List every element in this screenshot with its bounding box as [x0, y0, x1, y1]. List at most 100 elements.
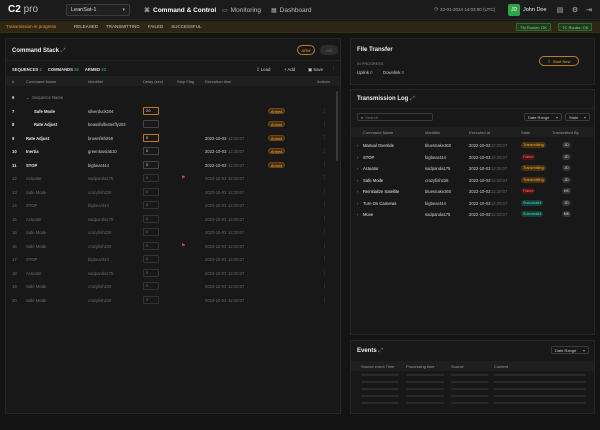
user-menu[interactable]: JD John Doe — [508, 4, 547, 16]
load-button[interactable]: ⇩ Load — [256, 67, 270, 73]
log-row[interactable]: › STOP bigbear444 2022-10-03 12:20:07 Failed J… — [351, 152, 594, 163]
flag-icon[interactable]: ⚑ — [181, 243, 185, 249]
row-actions-icon[interactable]: ⋮ — [322, 108, 327, 114]
start-new-button[interactable]: ⇪ Start New — [539, 56, 579, 66]
log-row[interactable]: › Move sadpanda175 2022-10-03 12:20:07 Succes… — [351, 209, 594, 220]
row-actions-icon[interactable]: ⋮ — [322, 189, 327, 195]
row-actions-icon[interactable]: ⋮ — [322, 283, 327, 289]
loading-skeleton — [361, 395, 399, 397]
table-row[interactable]: 19 Safe Mode crazyfish228 0 2022-10-03 12:20:… — [6, 280, 340, 293]
command-name: STOP — [26, 257, 38, 262]
delay-input[interactable]: 0 — [143, 214, 159, 223]
delay-input[interactable]: 0 — [143, 268, 159, 277]
logout-icon[interactable]: ⇥ — [584, 5, 594, 15]
satellite-select[interactable]: LeanSat-1 ▾ — [66, 4, 130, 16]
events-date-range-select[interactable]: Date Range ▾ — [551, 346, 589, 354]
log-row[interactable]: › Safe Mode crazyfish228 2022-10-03 12:20:07… — [351, 175, 594, 186]
row-actions-icon[interactable]: ⋮ — [322, 270, 327, 276]
delay-input[interactable]: 0 — [143, 282, 159, 290]
go-button[interactable]: GO — [320, 45, 338, 55]
row-actions-icon[interactable]: ⋮ — [322, 162, 327, 168]
command-identifier: beautifulbutterfly202 — [88, 122, 126, 127]
row-actions-icon[interactable]: ⋮ — [322, 148, 327, 154]
app-logo[interactable]: C2 pro — [8, 4, 60, 15]
delay-input[interactable]: 0 — [143, 241, 159, 250]
tab-sequences[interactable]: SEQUENCES 2 — [12, 67, 42, 72]
table-row[interactable]: 17 STOP bigbear444 0 2022-10-03 12:20:07 ⋮ — [6, 253, 340, 266]
chevron-right-icon[interactable]: › — [357, 166, 358, 171]
nav-monitoring[interactable]: ▭ Monitoring — [222, 4, 261, 16]
chevron-right-icon[interactable]: › — [357, 155, 358, 160]
delay-input[interactable]: 0 — [143, 295, 159, 304]
command-identifier: crazyfish228 — [88, 284, 112, 289]
row-number: 12 — [12, 176, 17, 181]
log-row[interactable]: › Reinitialize Satellite bluesnake360 2022-… — [351, 186, 594, 197]
row-actions-icon[interactable]: ⋮ — [322, 216, 327, 222]
table-row[interactable]: 18 Actuator sadpanda175 0 2022-10-03 12:20:07… — [6, 267, 340, 280]
date-range-select[interactable]: Date Range ▾ — [524, 113, 562, 121]
nav-command-control[interactable]: ⌘ Command & Control — [144, 4, 216, 16]
delay-input[interactable]: 5 — [143, 133, 159, 142]
row-actions-icon[interactable]: ⋮ — [322, 175, 327, 181]
log-row[interactable]: › Turn On Cameras bigbear444 2022-10-03 12:2… — [351, 198, 594, 209]
row-actions-icon[interactable]: ⋮ — [322, 297, 327, 303]
row-number: 19 — [12, 284, 17, 289]
table-row[interactable]: 12 Actuator sadpanda175 0 ⚑ 2022-10-03 12:20:0… — [6, 172, 340, 185]
gear-icon[interactable]: ⚙ — [570, 5, 580, 15]
table-row[interactable]: 16 Safe Mode crazyfish228 0 2022-10-03 12:20:… — [6, 226, 340, 239]
table-row[interactable]: 15 Actuator sadpanda175 0 2022-10-03 12:20:07… — [6, 213, 340, 226]
chevron-right-icon[interactable]: › — [357, 189, 358, 194]
command-name: Inertia — [26, 149, 39, 154]
save-button[interactable]: ▣ Save — [308, 67, 323, 73]
log-table-body: › Manual Override bluesnake360 2022-10-03 12… — [351, 140, 594, 230]
log-time: 12:20:07 — [491, 154, 508, 160]
chevron-right-icon[interactable]: › — [357, 143, 358, 148]
arm-button[interactable]: ARM — [297, 45, 315, 55]
more-icon[interactable]: ⋮ — [331, 66, 336, 72]
log-row[interactable]: › Manual Override bluesnake360 2022-10-03 12… — [351, 140, 594, 151]
row-actions-icon[interactable]: ⋮ — [322, 243, 327, 249]
delay-input[interactable]: 0 — [143, 187, 159, 196]
layout-icon[interactable]: ▤ — [555, 5, 565, 15]
flag-icon[interactable]: ⚑ — [181, 175, 185, 181]
tab-armed[interactable]: ARMED 23 — [85, 67, 106, 72]
chevron-right-icon[interactable]: › — [357, 201, 358, 206]
scrollbar[interactable] — [336, 91, 338, 161]
command-name: Safe Mode — [26, 243, 47, 249]
nav-dashboard[interactable]: ▦ Dashboard — [271, 4, 311, 16]
collapse-icon[interactable]: ⌄ — [26, 95, 30, 100]
table-row[interactable]: 11 STOP bigbear444 0 2022-10-03 12:20:07 Armed… — [6, 159, 340, 172]
delay-input[interactable]: 0 — [143, 255, 159, 263]
log-command-name: Manual Override — [363, 143, 394, 148]
row-actions-icon[interactable]: ⋮ — [322, 202, 327, 208]
row-actions-icon[interactable]: ⋮ — [322, 121, 327, 127]
row-actions-icon[interactable]: ⋮ — [322, 229, 327, 235]
table-row[interactable]: 8 Rate Adjust beautifulbutterfly202 Armed ⋮ — [6, 118, 340, 131]
chevron-right-icon[interactable]: › — [357, 212, 358, 217]
table-row[interactable]: 7 Safe Mode silverduck204 20 Armed ⋮ — [6, 105, 340, 118]
delay-input[interactable]: 0 — [143, 201, 159, 209]
delay-input[interactable]: 0 — [143, 174, 159, 182]
delay-input[interactable]: 0 — [143, 228, 159, 236]
table-row[interactable]: 10 Inertia greenlousia510 0 2022-10-03 12:20:… — [6, 145, 340, 158]
delay-input[interactable] — [143, 120, 159, 128]
table-row[interactable]: 14 STOP bigbear444 0 2022-10-03 12:20:07 ⋮ — [6, 199, 340, 212]
table-row[interactable]: 16 Safe Mode crazyfish228 0 ⚑ 2022-10-03 12:20… — [6, 240, 340, 253]
row-actions-icon[interactable]: ⋮ — [322, 135, 327, 141]
search-input[interactable]: ⌕ Search — [357, 113, 433, 121]
tab-commands[interactable]: COMMANDS 28 — [48, 67, 79, 72]
state-select[interactable]: State ▾ — [565, 113, 590, 121]
delay-input[interactable]: 0 — [143, 147, 159, 155]
log-row[interactable]: › Actuator sadpanda175 2022-10-03 12:20:07 Tr… — [351, 163, 594, 174]
table-row[interactable]: 9 Rate Adjust brownfish258 5 2022-10-03 12:20… — [6, 132, 340, 145]
delay-input[interactable]: 0 — [143, 160, 159, 169]
table-row[interactable]: 13 Safe Mode crazyfish228 0 2022-10-03 12:20:… — [6, 186, 340, 199]
row-actions-icon[interactable]: ⋮ — [322, 256, 327, 262]
table-row[interactable]: 20 Safe Mode crazyfish228 0 2022-10-03 12:20:… — [6, 294, 340, 307]
table-row[interactable]: 6 ⌄ Sequence Name — [6, 91, 340, 104]
chevron-right-icon[interactable]: › — [357, 178, 358, 183]
add-button[interactable]: + Add — [284, 67, 295, 72]
delay-input[interactable]: 20 — [143, 106, 159, 115]
stack-tabs: SEQUENCES 2 COMMANDS 28 ARMED 23 — [12, 67, 106, 72]
loading-skeleton — [406, 402, 444, 404]
